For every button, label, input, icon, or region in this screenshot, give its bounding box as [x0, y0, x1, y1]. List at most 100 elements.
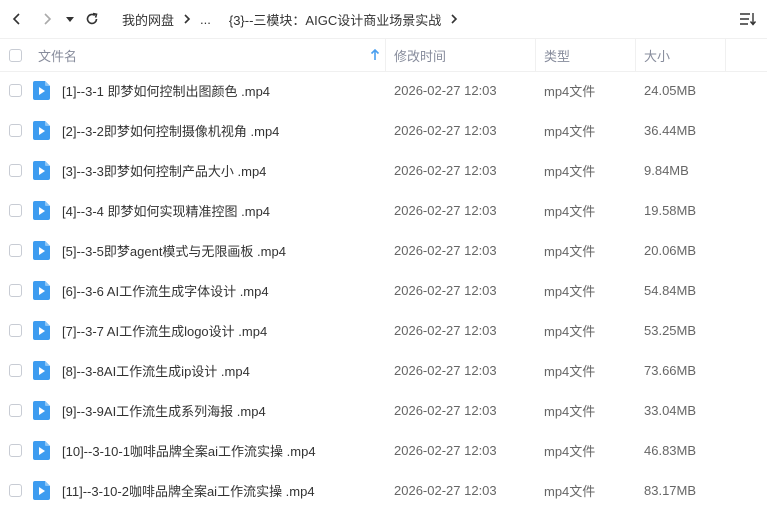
file-type: mp4文件 — [544, 83, 596, 99]
row-checkbox-wrap — [9, 190, 22, 230]
video-file-icon — [33, 390, 50, 430]
toolbar: 我的网盘 ... {3}--三模块：AIGC设计商业场景实战 — [0, 0, 767, 38]
file-type: mp4文件 — [544, 243, 596, 259]
row-checkbox-wrap — [9, 150, 22, 190]
file-size: 83.17MB — [644, 482, 697, 498]
column-divider[interactable] — [725, 39, 726, 71]
file-modified-time: 2026-02-27 12:03 — [394, 122, 497, 138]
forward-button[interactable] — [35, 7, 59, 31]
file-row[interactable]: [3]--3-3即梦如何控制产品大小 .mp4 2026-02-27 12:03… — [0, 150, 767, 190]
row-checkbox[interactable] — [9, 283, 22, 297]
file-modified-time: 2026-02-27 12:03 — [394, 162, 497, 178]
file-modified-time: 2026-02-27 12:03 — [394, 82, 497, 98]
video-file-icon — [33, 350, 50, 390]
file-name[interactable]: [10]--3-10-1咖啡品牌全案ai工作流实操 .mp4 — [62, 430, 316, 470]
row-checkbox-wrap — [9, 230, 22, 270]
select-all-checkbox[interactable] — [9, 48, 22, 62]
refresh-icon — [86, 12, 98, 25]
breadcrumb-item-current[interactable]: {3}--三模块：AIGC设计商业场景实战 — [229, 10, 441, 29]
file-modified-time: 2026-02-27 12:03 — [394, 362, 497, 378]
video-file-icon — [33, 150, 50, 190]
file-modified-time: 2026-02-27 12:03 — [394, 482, 497, 498]
column-header-size[interactable]: 大小 — [644, 39, 670, 71]
file-row[interactable]: [5]--3-5即梦agent模式与无限画板 .mp4 2026-02-27 1… — [0, 230, 767, 270]
file-modified-time: 2026-02-27 12:03 — [394, 402, 497, 418]
file-row[interactable]: [11]--3-10-2咖啡品牌全案ai工作流实操 .mp4 2026-02-2… — [0, 470, 767, 510]
column-divider[interactable] — [535, 39, 536, 71]
column-divider[interactable] — [635, 39, 636, 71]
file-type: mp4文件 — [544, 283, 596, 299]
file-name[interactable]: [9]--3-9AI工作流生成系列海报 .mp4 — [62, 390, 266, 430]
row-checkbox-wrap — [9, 270, 22, 310]
video-file-icon — [33, 270, 50, 310]
file-size: 36.44MB — [644, 122, 697, 138]
breadcrumb-item-root[interactable]: 我的网盘 — [122, 10, 174, 29]
video-file-icon — [33, 310, 50, 350]
file-name[interactable]: [6]--3-6 AI工作流生成字体设计 .mp4 — [62, 270, 269, 310]
file-row[interactable]: [10]--3-10-1咖啡品牌全案ai工作流实操 .mp4 2026-02-2… — [0, 430, 767, 470]
video-file-icon — [33, 230, 50, 270]
row-checkbox[interactable] — [9, 203, 22, 217]
file-name[interactable]: [4]--3-4 即梦如何实现精准控图 .mp4 — [62, 190, 270, 230]
row-checkbox-wrap — [9, 350, 22, 390]
file-type: mp4文件 — [544, 483, 596, 499]
file-size: 46.83MB — [644, 442, 697, 458]
refresh-button[interactable] — [80, 7, 104, 31]
sort-menu-button[interactable] — [737, 8, 759, 30]
file-name[interactable]: [8]--3-8AI工作流生成ip设计 .mp4 — [62, 350, 250, 390]
file-name[interactable]: [11]--3-10-2咖啡品牌全案ai工作流实操 .mp4 — [62, 470, 315, 510]
row-checkbox[interactable] — [9, 363, 22, 377]
sort-list-icon — [740, 13, 757, 26]
row-checkbox[interactable] — [9, 403, 22, 417]
video-file-icon — [33, 110, 50, 150]
row-checkbox-wrap — [9, 70, 22, 110]
column-header-type[interactable]: 类型 — [544, 39, 570, 71]
row-checkbox[interactable] — [9, 163, 22, 177]
file-row[interactable]: [8]--3-8AI工作流生成ip设计 .mp4 2026-02-27 12:0… — [0, 350, 767, 390]
chevron-left-icon — [12, 13, 20, 25]
back-button[interactable] — [5, 7, 29, 31]
file-modified-time: 2026-02-27 12:03 — [394, 242, 497, 258]
row-checkbox[interactable] — [9, 323, 22, 337]
file-row[interactable]: [7]--3-7 AI工作流生成logo设计 .mp4 2026-02-27 1… — [0, 310, 767, 350]
file-row[interactable]: [2]--3-2即梦如何控制摄像机视角 .mp4 2026-02-27 12:0… — [0, 110, 767, 150]
file-type: mp4文件 — [544, 163, 596, 179]
column-divider[interactable] — [385, 39, 386, 71]
file-name[interactable]: [3]--3-3即梦如何控制产品大小 .mp4 — [62, 150, 266, 190]
row-checkbox-wrap — [9, 430, 22, 470]
column-header-name[interactable]: 文件名 — [38, 39, 77, 71]
row-checkbox[interactable] — [9, 483, 22, 497]
file-type: mp4文件 — [544, 363, 596, 379]
select-all-checkbox-wrap — [9, 39, 22, 71]
file-row[interactable]: [4]--3-4 即梦如何实现精准控图 .mp4 2026-02-27 12:0… — [0, 190, 767, 230]
file-modified-time: 2026-02-27 12:03 — [394, 322, 497, 338]
file-list-header: 文件名 修改时间 类型 大小 — [0, 38, 767, 72]
sort-ascending-icon[interactable] — [370, 39, 380, 71]
file-row[interactable]: [6]--3-6 AI工作流生成字体设计 .mp4 2026-02-27 12:… — [0, 270, 767, 310]
file-name[interactable]: [7]--3-7 AI工作流生成logo设计 .mp4 — [62, 310, 267, 350]
file-type: mp4文件 — [544, 323, 596, 339]
video-file-icon — [33, 470, 50, 510]
row-checkbox-wrap — [9, 470, 22, 510]
file-name[interactable]: [2]--3-2即梦如何控制摄像机视角 .mp4 — [62, 110, 279, 150]
video-file-icon — [33, 430, 50, 470]
file-size: 19.58MB — [644, 202, 697, 218]
row-checkbox[interactable] — [9, 243, 22, 257]
row-checkbox[interactable] — [9, 83, 22, 97]
row-checkbox[interactable] — [9, 443, 22, 457]
file-name[interactable]: [5]--3-5即梦agent模式与无限画板 .mp4 — [62, 230, 286, 270]
video-file-icon — [33, 70, 50, 110]
column-header-time[interactable]: 修改时间 — [394, 39, 446, 71]
file-row[interactable]: [1]--3-1 即梦如何控制出图颜色 .mp4 2026-02-27 12:0… — [0, 70, 767, 110]
row-checkbox-wrap — [9, 310, 22, 350]
file-size: 54.84MB — [644, 282, 697, 298]
file-type: mp4文件 — [544, 203, 596, 219]
file-row[interactable]: [9]--3-9AI工作流生成系列海报 .mp4 2026-02-27 12:0… — [0, 390, 767, 430]
row-checkbox[interactable] — [9, 123, 22, 137]
history-dropdown-button[interactable] — [60, 7, 80, 31]
breadcrumb-item-ellipsis[interactable]: ... — [200, 12, 211, 27]
file-modified-time: 2026-02-27 12:03 — [394, 202, 497, 218]
row-checkbox-wrap — [9, 390, 22, 430]
file-name[interactable]: [1]--3-1 即梦如何控制出图颜色 .mp4 — [62, 70, 270, 110]
chevron-right-icon — [44, 13, 52, 25]
